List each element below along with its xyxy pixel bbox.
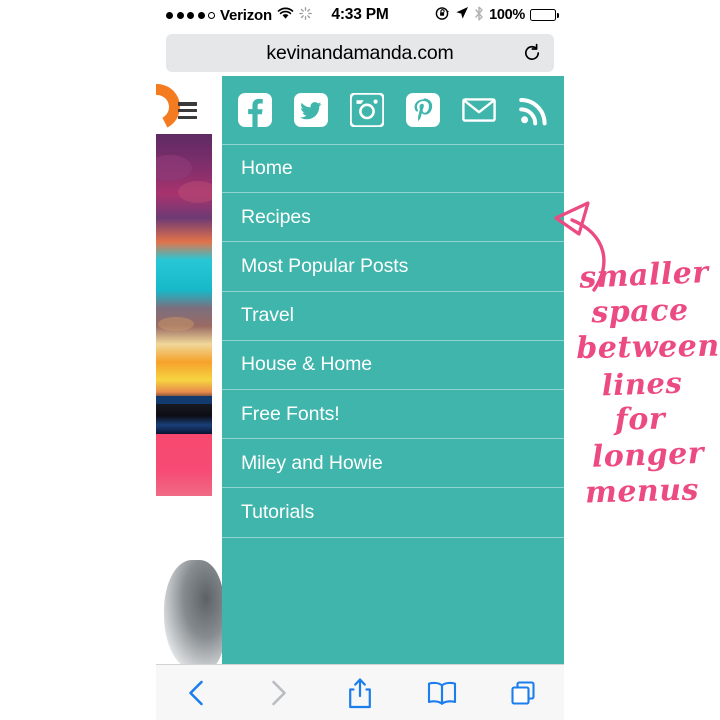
annotation-line: smaller xyxy=(578,255,710,296)
annotation-line: lines xyxy=(601,365,683,403)
chevron-left-icon xyxy=(188,680,203,705)
hamburger-menu-icon[interactable] xyxy=(178,102,197,120)
forward-button[interactable] xyxy=(238,665,320,720)
annotation-line: space xyxy=(590,292,690,331)
handwritten-annotation: smaller space between lines for longer m… xyxy=(554,0,720,720)
reload-icon[interactable] xyxy=(522,43,542,63)
menu-item-label: Most Popular Posts xyxy=(241,254,409,277)
menu-item-label: Tutorials xyxy=(241,500,315,523)
phone-screen: Verizon 4:33 PM 100% kevinandamanda.com … xyxy=(156,0,564,720)
menu-item-label: House & Home xyxy=(241,353,373,376)
tabs-icon xyxy=(511,680,535,705)
battery-percent-label: 100% xyxy=(489,7,525,23)
address-bar[interactable]: kevinandamanda.com xyxy=(166,34,554,72)
menu-item-miley-and-howie[interactable]: Miley and Howie xyxy=(222,439,564,489)
gray-photo xyxy=(156,508,224,664)
menu-item-tutorials[interactable]: Tutorials xyxy=(222,488,564,538)
battery-icon xyxy=(530,9,560,21)
menu-item-label: Home xyxy=(241,157,293,180)
menu-item-free-fonts[interactable]: Free Fonts! xyxy=(222,390,564,440)
menu-item-recipes[interactable]: Recipes xyxy=(222,193,564,243)
browser-chrome: kevinandamanda.com xyxy=(156,30,564,76)
location-arrow-icon xyxy=(455,6,469,24)
pinterest-icon[interactable] xyxy=(406,93,440,127)
annotation-line: between xyxy=(576,328,720,367)
share-button[interactable] xyxy=(319,665,401,720)
underlying-page-strip xyxy=(156,76,224,664)
slideout-menu-panel: Home Recipes Most Popular Posts Travel H… xyxy=(222,76,564,664)
menu-list: Home Recipes Most Popular Posts Travel H… xyxy=(222,144,564,538)
social-icon-row xyxy=(222,76,564,144)
sunset-photo xyxy=(156,134,218,434)
facebook-icon[interactable] xyxy=(238,93,272,127)
twitter-icon[interactable] xyxy=(294,93,328,127)
share-icon xyxy=(349,677,371,708)
email-icon[interactable] xyxy=(462,93,496,127)
annotation-text: smaller space between lines for longer m… xyxy=(564,255,720,511)
annotation-line: longer xyxy=(591,435,705,475)
page-viewport: Home Recipes Most Popular Posts Travel H… xyxy=(156,76,564,664)
menu-item-house-and-home[interactable]: House & Home xyxy=(222,341,564,390)
rotation-lock-icon xyxy=(435,6,450,25)
annotation-line: for xyxy=(614,401,666,438)
status-bar: Verizon 4:33 PM 100% xyxy=(156,0,564,30)
instagram-icon[interactable] xyxy=(349,92,385,128)
rss-icon[interactable] xyxy=(518,93,552,127)
menu-item-label: Free Fonts! xyxy=(241,402,340,425)
bookmarks-button[interactable] xyxy=(401,665,483,720)
menu-item-label: Recipes xyxy=(241,205,311,228)
url-text: kevinandamanda.com xyxy=(266,41,454,64)
menu-item-label: Travel xyxy=(241,304,294,327)
tabs-button[interactable] xyxy=(482,665,564,720)
menu-item-most-popular-posts[interactable]: Most Popular Posts xyxy=(222,242,564,292)
chevron-right-icon xyxy=(272,680,287,705)
menu-item-label: Miley and Howie xyxy=(241,451,383,474)
status-bar-right: 100% xyxy=(435,6,560,25)
pink-block xyxy=(156,434,212,496)
menu-item-travel[interactable]: Travel xyxy=(222,292,564,341)
annotation-line: menus xyxy=(584,472,700,511)
back-button[interactable] xyxy=(156,665,238,720)
browser-toolbar xyxy=(156,664,564,720)
book-icon xyxy=(427,681,456,705)
bluetooth-icon xyxy=(474,6,484,25)
menu-item-home[interactable]: Home xyxy=(222,144,564,194)
